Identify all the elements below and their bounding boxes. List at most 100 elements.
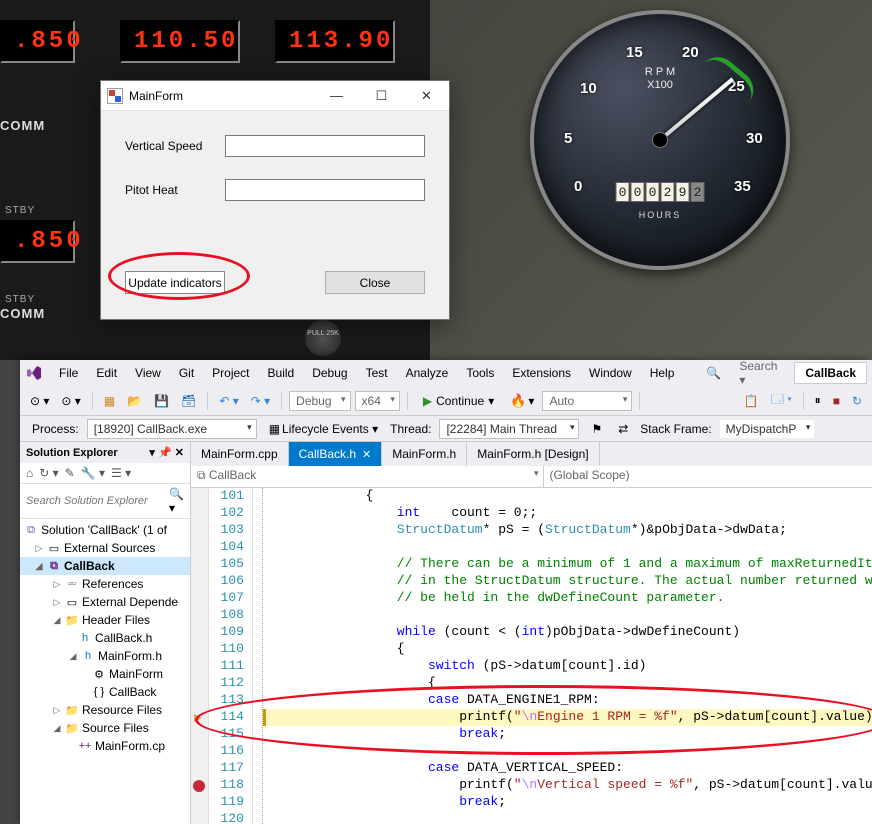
stop-button[interactable]: ■ bbox=[829, 391, 844, 411]
sol-wrench-icon[interactable]: 🔧 ▾ bbox=[81, 466, 105, 480]
threads-icon[interactable]: ⇄ bbox=[614, 419, 632, 439]
tb-icon-2[interactable]: 🗔 ▾ bbox=[767, 387, 796, 414]
save-all-button[interactable]: 🗃 bbox=[177, 391, 200, 411]
tree-callback-ns[interactable]: { }CallBack bbox=[20, 683, 190, 701]
tree-header-files[interactable]: ◢📁Header Files bbox=[20, 611, 190, 629]
solution-tree[interactable]: ⧉Solution 'CallBack' (1 of ▷▭External So… bbox=[20, 519, 190, 824]
process-dropdown[interactable]: [18920] CallBack.exe bbox=[87, 419, 257, 439]
menu-debug[interactable]: Debug bbox=[305, 363, 354, 383]
app-icon bbox=[107, 88, 123, 104]
solution-search[interactable]: 🔍 ▾ bbox=[20, 484, 190, 519]
menu-test[interactable]: Test bbox=[359, 363, 395, 383]
nav-back-button[interactable]: ⊙ ▾ bbox=[26, 391, 53, 411]
tick-30: 30 bbox=[746, 130, 763, 147]
play-icon: ▶ bbox=[423, 394, 432, 408]
debug-toolbar: Process: [18920] CallBack.exe ▦ Lifecycl… bbox=[20, 416, 872, 442]
menu-project[interactable]: Project bbox=[205, 363, 256, 383]
new-item-button[interactable]: ▦ bbox=[100, 391, 119, 411]
restart-button[interactable]: ↻ bbox=[848, 391, 866, 411]
stackframe-label: Stack Frame: bbox=[640, 422, 711, 436]
config-dropdown[interactable]: Debug bbox=[289, 391, 350, 411]
editor-tabs: MainForm.cpp CallBack.h✕ MainForm.h Main… bbox=[191, 442, 872, 466]
tab-callback-h[interactable]: CallBack.h✕ bbox=[289, 442, 383, 466]
window-title: MainForm bbox=[129, 89, 314, 103]
tree-mainform-cpp[interactable]: ++MainForm.cp bbox=[20, 737, 190, 755]
solution-toolbar: ⌂ ↻ ▾ ✎ 🔧 ▾ ☰ ▾ bbox=[20, 463, 190, 484]
tree-external-sources[interactable]: ▷▭External Sources bbox=[20, 539, 190, 557]
menu-help[interactable]: Help bbox=[643, 363, 682, 383]
breakpoint-icon[interactable] bbox=[193, 780, 205, 792]
open-button[interactable]: 📂 bbox=[123, 391, 146, 411]
redo-button[interactable]: ↷ ▾ bbox=[247, 391, 274, 411]
search-icon: 🔍 bbox=[699, 363, 728, 383]
tree-mainform-h[interactable]: ◢hMainForm.h bbox=[20, 647, 190, 665]
titlebar[interactable]: MainForm — ☐ ✕ bbox=[101, 81, 449, 111]
tree-project-callback[interactable]: ◢⧉CallBack bbox=[20, 557, 190, 575]
lifecycle-button[interactable]: ▦ Lifecycle Events ▾ bbox=[265, 419, 382, 439]
tree-callback-h[interactable]: hCallBack.h bbox=[20, 629, 190, 647]
solution-config-pill[interactable]: CallBack bbox=[794, 362, 867, 384]
solution-explorer-title: Solution Explorer ▾ 📌 ✕ bbox=[20, 442, 190, 463]
vspeed-label: Vertical Speed bbox=[125, 139, 225, 153]
tab-mainform-cpp[interactable]: MainForm.cpp bbox=[191, 442, 289, 466]
close-icon[interactable]: ✕ bbox=[362, 448, 371, 461]
context-project[interactable]: ⧉ CallBack bbox=[191, 466, 544, 487]
code-text[interactable]: { int count = 0;; StructDatum* pS = (Str… bbox=[253, 488, 872, 824]
outline-gutter[interactable] bbox=[253, 488, 263, 824]
undo-button[interactable]: ↶ ▾ bbox=[215, 391, 242, 411]
thread-dropdown[interactable]: [22284] Main Thread bbox=[439, 419, 579, 439]
solution-search-input[interactable] bbox=[26, 495, 169, 507]
stackframe-dropdown[interactable]: MyDispatchP bbox=[720, 420, 815, 438]
sol-refresh-icon[interactable]: ↻ ▾ bbox=[39, 466, 58, 480]
hot-reload-button[interactable]: 🔥▾ bbox=[506, 390, 538, 412]
menu-analyze[interactable]: Analyze bbox=[399, 363, 456, 383]
menu-build[interactable]: Build bbox=[261, 363, 302, 383]
menu-file[interactable]: File bbox=[52, 363, 85, 383]
pause-button[interactable]: ⏸ bbox=[811, 390, 825, 411]
minimize-button[interactable]: — bbox=[314, 81, 359, 110]
tab-mainform-design[interactable]: MainForm.h [Design] bbox=[467, 442, 599, 466]
pitot-label: Pitot Heat bbox=[125, 183, 225, 197]
sol-brush-icon[interactable]: ✎ bbox=[65, 466, 75, 480]
tree-resource-files[interactable]: ▷📁Resource Files bbox=[20, 701, 190, 719]
tree-solution[interactable]: ⧉Solution 'CallBack' (1 of bbox=[20, 521, 190, 539]
flag-icon[interactable]: ⚑ bbox=[587, 419, 606, 439]
tree-source-files[interactable]: ◢📁Source Files bbox=[20, 719, 190, 737]
maximize-button[interactable]: ☐ bbox=[359, 81, 404, 110]
code-area[interactable]: 101 102 103 104 105 106 107 108 109 110 … bbox=[191, 488, 872, 824]
tick-35: 35 bbox=[734, 178, 751, 195]
continue-button[interactable]: ▶Continue ▾ bbox=[415, 392, 502, 410]
vspeed-input[interactable] bbox=[225, 135, 425, 157]
update-indicators-button[interactable]: Update indicators bbox=[125, 271, 225, 294]
sol-home-icon[interactable]: ⌂ bbox=[26, 466, 33, 480]
tick-20: 20 bbox=[682, 44, 699, 61]
close-button[interactable]: Close bbox=[325, 271, 425, 294]
auto-hide-icon[interactable]: ▾ 📌 ✕ bbox=[149, 446, 184, 459]
tab-mainform-h[interactable]: MainForm.h bbox=[382, 442, 467, 466]
menu-tools[interactable]: Tools bbox=[459, 363, 501, 383]
tree-mainform-class[interactable]: ⚙MainForm bbox=[20, 665, 190, 683]
freq-display-2: 110.50 bbox=[120, 20, 240, 63]
sol-filter-icon[interactable]: ☰ ▾ bbox=[111, 466, 131, 480]
auto-dropdown[interactable]: Auto bbox=[542, 391, 632, 411]
menu-git[interactable]: Git bbox=[172, 363, 201, 383]
menu-view[interactable]: View bbox=[128, 363, 168, 383]
pitot-input[interactable] bbox=[225, 179, 425, 201]
menu-edit[interactable]: Edit bbox=[89, 363, 124, 383]
editor-context-bar: ⧉ CallBack (Global Scope) bbox=[191, 466, 872, 488]
stby-label-2: STBY bbox=[5, 294, 35, 305]
nav-fwd-button[interactable]: ⊙ ▾ bbox=[57, 391, 84, 411]
save-button[interactable]: 💾 bbox=[150, 391, 173, 411]
breakpoint-gutter[interactable] bbox=[191, 488, 209, 824]
menu-window[interactable]: Window bbox=[582, 363, 639, 383]
rpm-gauge: 0 5 10 15 20 25 30 35 R P MX100 000292 H… bbox=[530, 10, 790, 270]
tree-external-deps[interactable]: ▷▭External Depende bbox=[20, 593, 190, 611]
context-scope[interactable]: (Global Scope) bbox=[544, 466, 872, 487]
flame-icon: 🔥 bbox=[510, 393, 526, 409]
tree-references[interactable]: ▷▫▫References bbox=[20, 575, 190, 593]
platform-dropdown[interactable]: x64 bbox=[355, 391, 400, 411]
menu-extensions[interactable]: Extensions bbox=[505, 363, 578, 383]
close-window-button[interactable]: ✕ bbox=[404, 81, 449, 110]
tb-icon-1[interactable]: 📋 bbox=[740, 391, 763, 411]
menubar: File Edit View Git Project Build Debug T… bbox=[20, 360, 872, 386]
